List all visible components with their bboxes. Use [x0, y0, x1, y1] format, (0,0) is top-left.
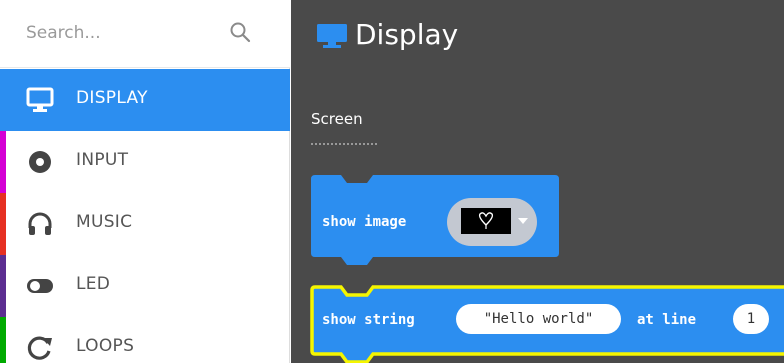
sidebar-item-label: LED — [76, 274, 111, 294]
chevron-down-icon[interactable] — [517, 216, 529, 226]
search-input[interactable] — [26, 18, 226, 48]
monitor-icon — [26, 87, 54, 112]
blocks-flyout: Display Screen show image show string "H… — [291, 0, 784, 363]
sidebar-item-input[interactable]: INPUT — [0, 131, 290, 193]
sidebar-item-label: MUSIC — [76, 212, 133, 232]
section-divider — [311, 143, 377, 145]
block-label: at line — [637, 312, 697, 328]
sidebar-item-label: LOOPS — [76, 336, 135, 356]
heart-icon — [478, 212, 494, 229]
category-sidebar: DISPLAY INPUT MUSIC LED — [0, 0, 290, 363]
line-number-input[interactable]: 1 — [733, 304, 769, 334]
sidebar-item-loops[interactable]: LOOPS — [0, 317, 290, 363]
loop-icon — [27, 336, 52, 360]
toggle-icon — [27, 279, 53, 293]
block-label: show string — [322, 312, 415, 328]
sidebar-item-label: INPUT — [76, 150, 129, 170]
monitor-icon — [317, 24, 347, 48]
category-color-stripe — [0, 317, 6, 363]
category-color-stripe — [0, 193, 6, 255]
flyout-title: Display — [355, 18, 459, 51]
block-label: show image — [322, 214, 407, 230]
string-input[interactable]: "Hello world" — [456, 304, 621, 334]
search-bar — [0, 0, 290, 68]
sidebar-item-label: DISPLAY — [76, 88, 148, 108]
record-icon — [29, 151, 51, 173]
headphones-icon — [28, 212, 52, 235]
section-heading: Screen — [311, 110, 363, 128]
sidebar-item-display[interactable]: DISPLAY — [0, 69, 290, 131]
sidebar-item-led[interactable]: LED — [0, 255, 290, 317]
category-color-stripe — [0, 131, 6, 193]
sidebar-item-music[interactable]: MUSIC — [0, 193, 290, 255]
search-icon[interactable] — [228, 20, 252, 44]
category-color-stripe — [0, 255, 6, 317]
